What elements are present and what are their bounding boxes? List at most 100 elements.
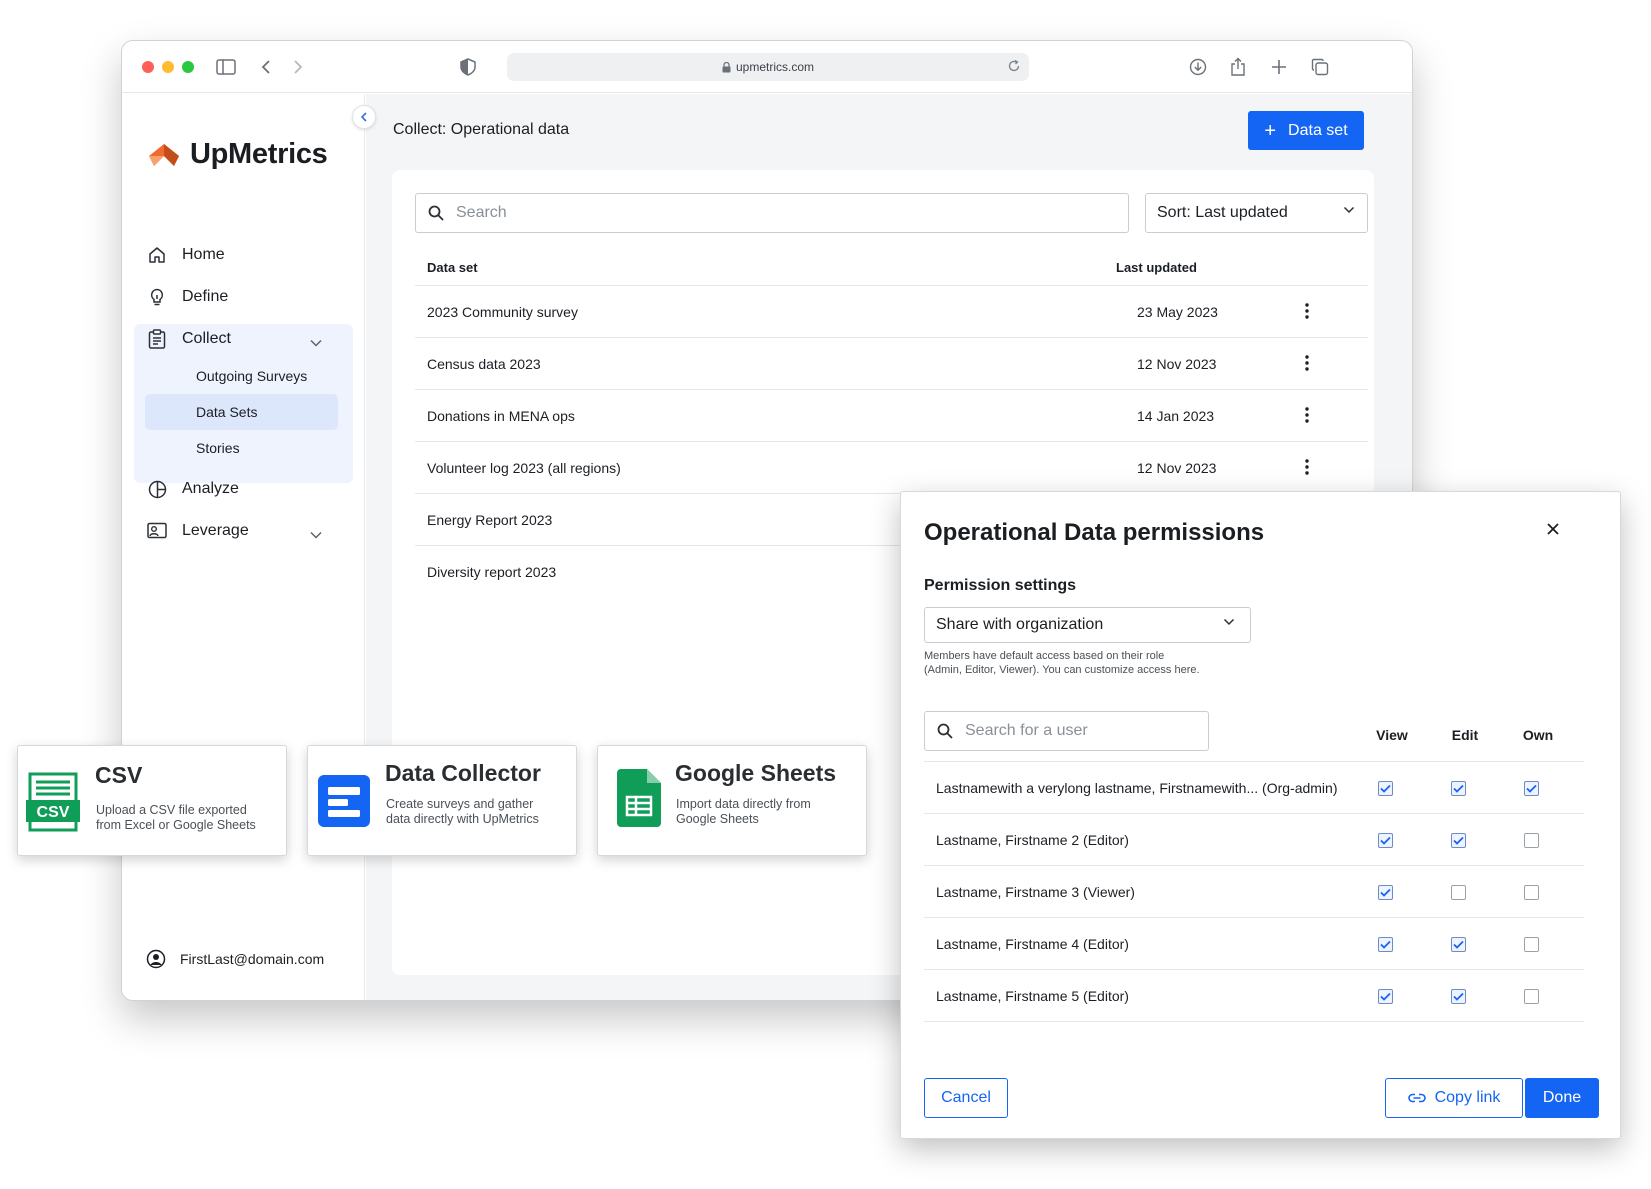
table-row[interactable]: Donations in MENA ops 14 Jan 2023 <box>415 389 1368 441</box>
new-tab-icon[interactable] <box>1267 55 1291 79</box>
add-data-set-button[interactable]: + Data set <box>1248 111 1364 150</box>
google-sheets-import-card[interactable]: Google Sheets Import data directly from … <box>597 745 867 856</box>
column-header-data-set[interactable]: Data set <box>427 260 478 275</box>
chevron-up-icon[interactable] <box>310 339 322 347</box>
sort-dropdown[interactable]: Sort: Last updated <box>1145 193 1368 233</box>
own-permission-checkbox[interactable] <box>1524 937 1539 952</box>
sidebar-item-label: Home <box>182 246 225 263</box>
user-name: Lastname, Firstname 5 (Editor) <box>936 988 1129 1004</box>
back-icon[interactable] <box>254 55 278 79</box>
view-permission-checkbox[interactable] <box>1378 885 1393 900</box>
view-permission-checkbox[interactable] <box>1378 833 1393 848</box>
view-permission-checkbox[interactable] <box>1378 937 1393 952</box>
edit-permission-checkbox[interactable] <box>1451 781 1466 796</box>
table-row[interactable]: 2023 Community survey 23 May 2023 <box>415 285 1368 337</box>
own-permission-checkbox[interactable] <box>1524 833 1539 848</box>
data-set-name: Volunteer log 2023 (all regions) <box>427 460 621 476</box>
share-setting-select[interactable]: Share with organization <box>924 607 1251 643</box>
sidebar-item-collect[interactable]: Collect <box>146 328 231 350</box>
table-bottom-divider <box>924 1021 1584 1022</box>
tabs-overview-icon[interactable] <box>1308 55 1332 79</box>
import-card-desc-line: Import data directly from <box>676 797 811 811</box>
data-collector-import-card[interactable]: Data Collector Create surveys and gather… <box>307 745 577 856</box>
user-name: Lastname, Firstname 4 (Editor) <box>936 936 1129 952</box>
user-search-input[interactable]: Search for a user <box>924 711 1209 751</box>
own-permission-checkbox[interactable] <box>1524 781 1539 796</box>
address-bar[interactable]: upmetrics.com <box>507 53 1029 81</box>
help-line: (Admin, Editor, Viewer). You can customi… <box>924 664 1200 676</box>
user-permission-row: Lastname, Firstname 3 (Viewer) <box>924 865 1584 917</box>
data-collector-icon <box>318 775 370 827</box>
user-avatar-icon <box>146 949 166 969</box>
search-icon <box>937 723 953 739</box>
column-header-last-updated[interactable]: Last updated <box>1116 260 1197 275</box>
chevron-down-icon[interactable] <box>310 531 322 539</box>
view-permission-checkbox[interactable] <box>1378 989 1393 1004</box>
dialog-title: Operational Data permissions <box>924 519 1265 546</box>
user-permission-row: Lastname, Firstname 2 (Editor) <box>924 813 1584 865</box>
copy-link-button[interactable]: Copy link <box>1385 1078 1523 1118</box>
url-text: upmetrics.com <box>735 60 815 74</box>
brand-logo[interactable]: UpMetrics <box>148 138 328 171</box>
sidebar-item-leverage[interactable]: Leverage <box>146 520 249 542</box>
privacy-shield-icon[interactable] <box>456 55 480 79</box>
lock-icon <box>722 61 731 73</box>
chevron-down-icon <box>1223 618 1235 626</box>
table-row[interactable]: Census data 2023 12 Nov 2023 <box>415 337 1368 389</box>
close-icon[interactable] <box>1546 522 1560 536</box>
sidebar-item-home[interactable]: Home <box>146 244 225 266</box>
id-card-icon <box>146 520 168 542</box>
edit-permission-checkbox[interactable] <box>1451 937 1466 952</box>
chevron-left-icon <box>360 112 367 122</box>
collapse-sidebar-button[interactable] <box>352 105 376 129</box>
last-updated-date: 14 Jan 2023 <box>1137 408 1215 424</box>
csv-import-card[interactable]: CSV CSV Upload a CSV file exported from … <box>17 745 287 856</box>
import-card-desc-line: data directly with UpMetrics <box>386 812 539 826</box>
download-icon[interactable] <box>1186 55 1210 79</box>
sidebar-item-define[interactable]: Define <box>146 286 228 308</box>
edit-permission-checkbox[interactable] <box>1451 989 1466 1004</box>
sidebar-item-analyze[interactable]: Analyze <box>146 478 239 500</box>
sidebar-item-outgoing-surveys[interactable]: Outgoing Surveys <box>196 368 307 384</box>
more-options-icon[interactable] <box>1305 355 1309 371</box>
brand-name: UpMetrics <box>190 138 328 170</box>
sidebar-item-stories[interactable]: Stories <box>196 440 240 456</box>
home-icon <box>146 244 168 266</box>
clipboard-icon <box>146 328 168 350</box>
sidebar: UpMetrics Home Define Collect Outgoing S… <box>122 94 365 1000</box>
user-permission-row: Lastnamewith a verylong lastname, Firstn… <box>924 761 1584 813</box>
import-card-title: CSV <box>95 762 143 788</box>
own-permission-checkbox[interactable] <box>1524 989 1539 1004</box>
table-row[interactable]: Volunteer log 2023 (all regions) 12 Nov 2… <box>415 441 1368 493</box>
edit-permission-checkbox[interactable] <box>1451 833 1466 848</box>
view-permission-checkbox[interactable] <box>1378 781 1393 796</box>
copy-link-label: Copy link <box>1434 1089 1501 1106</box>
sidebar-toggle-icon[interactable] <box>214 55 238 79</box>
own-permission-checkbox[interactable] <box>1524 885 1539 900</box>
link-icon <box>1407 1093 1426 1103</box>
more-options-icon[interactable] <box>1305 459 1309 475</box>
done-button[interactable]: Done <box>1525 1078 1599 1118</box>
edit-permission-checkbox[interactable] <box>1451 885 1466 900</box>
zoom-window-button[interactable] <box>182 61 194 73</box>
plus-icon: + <box>1264 119 1277 142</box>
sidebar-item-data-sets[interactable]: Data Sets <box>196 404 257 420</box>
pie-chart-icon <box>146 478 168 500</box>
user-account[interactable]: FirstLast@domain.com <box>146 949 324 969</box>
close-window-button[interactable] <box>142 61 154 73</box>
help-line: Members have default access based on the… <box>924 650 1165 662</box>
reload-icon[interactable] <box>1007 59 1021 73</box>
more-options-icon[interactable] <box>1305 303 1309 319</box>
search-input[interactable]: Search <box>415 193 1129 233</box>
forward-icon[interactable] <box>286 55 310 79</box>
import-card-desc: Import data directly from Google Sheets <box>676 797 856 827</box>
cancel-button[interactable]: Cancel <box>924 1078 1008 1118</box>
sidebar-item-label: Collect <box>182 330 231 347</box>
minimize-window-button[interactable] <box>162 61 174 73</box>
more-options-icon[interactable] <box>1305 407 1309 423</box>
csv-file-icon: CSV <box>26 772 80 832</box>
page-title: Collect: Operational data <box>393 121 570 138</box>
user-search-placeholder: Search for a user <box>965 722 1088 739</box>
share-icon[interactable] <box>1226 55 1250 79</box>
sidebar-item-label: Leverage <box>182 522 249 539</box>
